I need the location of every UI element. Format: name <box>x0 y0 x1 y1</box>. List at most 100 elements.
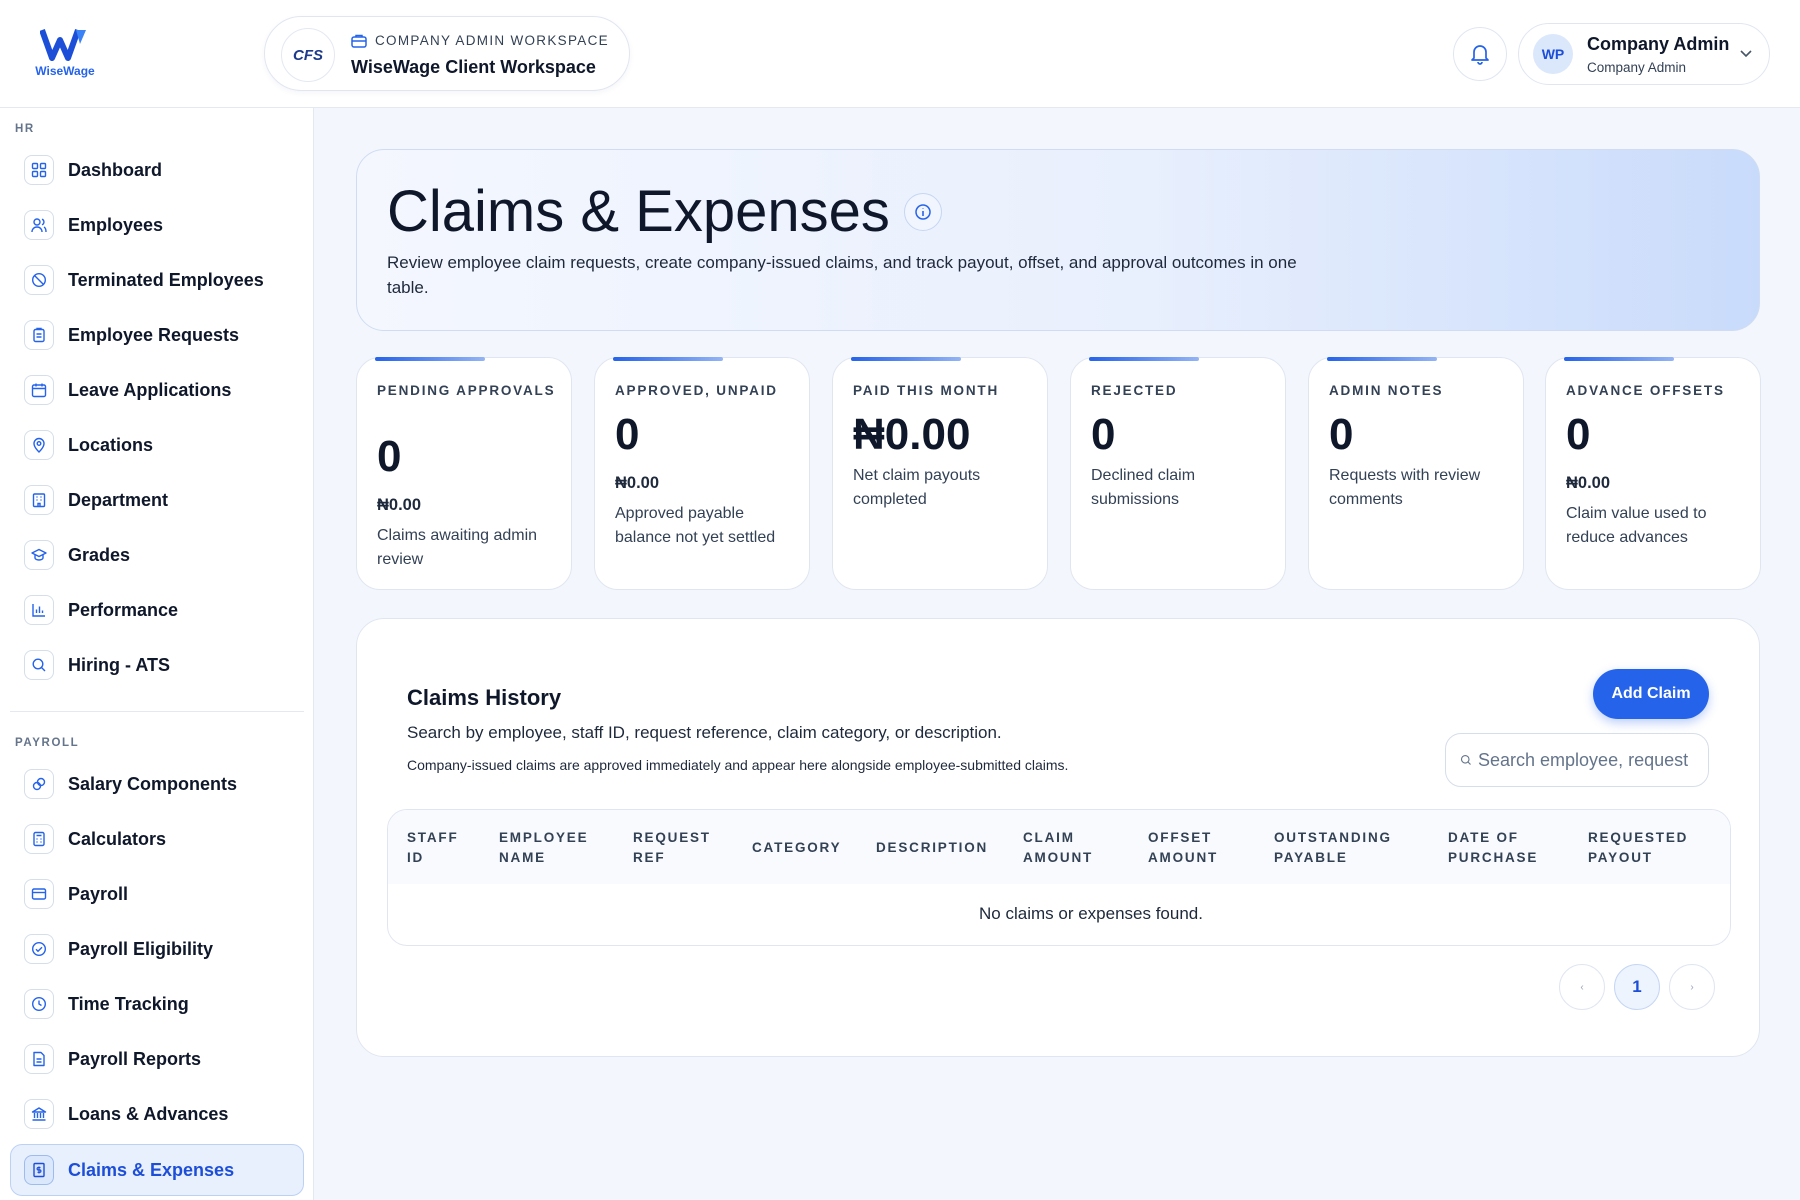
sidebar-item-payroll[interactable]: Payroll <box>24 874 128 914</box>
header-line: STAFF <box>407 830 459 845</box>
workspace-switcher[interactable]: CFS COMPANY ADMIN WORKSPACE WiseWage Cli… <box>264 16 630 91</box>
workspace-title: WiseWage Client Workspace <box>351 57 596 77</box>
sidebar-item-label: Employees <box>68 214 164 235</box>
column-header-request-ref[interactable]: REQUEST REF <box>633 828 711 868</box>
calendar-icon <box>24 375 54 405</box>
stat-value: ₦0.00 <box>853 410 971 459</box>
header-line: PAYABLE <box>1274 850 1348 865</box>
column-header-offset-amount[interactable]: OFFSET AMOUNT <box>1148 828 1218 868</box>
sidebar-item-loans-advances[interactable]: Loans & Advances <box>24 1094 228 1134</box>
header-line: REQUEST <box>633 830 711 845</box>
column-header-staff-id[interactable]: STAFF ID <box>407 828 459 868</box>
stat-value: 0 <box>377 432 402 481</box>
sidebar-item-calculators[interactable]: Calculators <box>24 819 166 859</box>
header-line: EMPLOYEE <box>499 830 589 845</box>
sidebar-item-performance[interactable]: Performance <box>24 590 178 630</box>
link-icon <box>24 769 54 799</box>
grid-icon <box>24 155 54 185</box>
logo-text: WiseWage <box>35 64 95 78</box>
sidebar-item-employees[interactable]: Employees <box>24 205 163 245</box>
sidebar-item-label: Payroll <box>68 883 129 904</box>
header-line: PURCHASE <box>1448 850 1539 865</box>
header-line: ID <box>407 850 425 865</box>
map-pin-icon <box>24 430 54 460</box>
user-name: Company Admin <box>1587 34 1730 54</box>
stat-description: Requests with review comments <box>1329 467 1481 508</box>
sidebar-item-salary-components[interactable]: Salary Components <box>24 764 237 804</box>
graduation-cap-icon <box>24 540 54 570</box>
claims-search[interactable] <box>1445 733 1709 787</box>
card-accent <box>1327 357 1437 361</box>
sidebar-section-payroll: PAYROLL <box>15 737 80 749</box>
sidebar-item-time-tracking[interactable]: Time Tracking <box>24 984 189 1024</box>
column-header-employee-name[interactable]: EMPLOYEE NAME <box>499 828 588 868</box>
avatar: WP <box>1533 34 1573 74</box>
logo-mark-icon <box>40 28 86 61</box>
stat-label: PAID THIS MONTH <box>853 383 999 398</box>
user-menu[interactable]: WP Company Admin Company Admin <box>1518 23 1770 85</box>
page-title-row: Claims & Expenses <box>387 178 942 245</box>
column-header-description[interactable]: DESCRIPTION <box>876 838 988 858</box>
column-header-outstanding-payable[interactable]: OUTSTANDING PAYABLE <box>1274 828 1392 868</box>
header-line: OFFSET <box>1148 830 1213 845</box>
stat-card-rejected: REJECTED 0 Declined claim submissions <box>1070 357 1286 590</box>
stat-value: 0 <box>1329 410 1354 459</box>
stat-label: APPROVED, UNPAID <box>615 383 778 398</box>
sidebar-item-label: Locations <box>68 434 154 455</box>
receipt-icon <box>24 1155 54 1185</box>
sidebar-item-dashboard[interactable]: Dashboard <box>24 150 162 190</box>
column-header-category[interactable]: CATEGORY <box>752 838 841 858</box>
wisewage-logo[interactable]: WiseWage <box>30 26 100 78</box>
user-role: Company Admin <box>1587 60 1687 75</box>
pagination-page-1[interactable]: 1 <box>1614 964 1660 1010</box>
sidebar-item-employee-requests[interactable]: Employee Requests <box>24 315 239 355</box>
pagination-prev-button[interactable]: ‹ <box>1559 964 1605 1010</box>
card-accent <box>1089 357 1199 361</box>
sidebar-item-claims-expenses[interactable]: Claims & Expenses <box>24 1150 234 1190</box>
sidebar-item-payroll-eligibility[interactable]: Payroll Eligibility <box>24 929 213 969</box>
clipboard-icon <box>24 320 54 350</box>
sidebar-item-label: Time Tracking <box>68 993 189 1014</box>
pagination-next-button[interactable]: › <box>1669 964 1715 1010</box>
add-claim-button[interactable]: Add Claim <box>1593 669 1709 719</box>
table-header: STAFF ID EMPLOYEE NAME REQUEST REF CATEGORY… <box>388 810 1730 884</box>
sidebar-item-label: Hiring - ATS <box>68 654 170 675</box>
sidebar-item-grades[interactable]: Grades <box>24 535 130 575</box>
header-line: CATEGORY <box>752 840 842 855</box>
column-header-requested-payout[interactable]: REQUESTED PAYOUT <box>1588 828 1688 868</box>
sidebar-item-locations[interactable]: Locations <box>24 425 153 465</box>
header-line: DATE OF <box>1448 830 1519 845</box>
briefcase-icon <box>351 34 367 48</box>
sidebar-item-terminated-employees[interactable]: Terminated Employees <box>24 260 264 300</box>
column-header-date-of-purchase[interactable]: DATE OF PURCHASE <box>1448 828 1538 868</box>
column-header-claim-amount[interactable]: CLAIM AMOUNT <box>1023 828 1093 868</box>
sidebar-item-label: Claims & Expenses <box>68 1159 235 1180</box>
notifications-button[interactable] <box>1453 27 1507 81</box>
info-icon[interactable] <box>903 192 942 231</box>
sidebar-item-label: Employee Requests <box>68 324 240 345</box>
sidebar-item-label: Grades <box>68 544 131 565</box>
sidebar-item-hiring-ats[interactable]: Hiring - ATS <box>24 645 170 685</box>
header-line: REQUESTED <box>1588 830 1689 845</box>
claims-history-title: Claims History <box>407 685 562 710</box>
search-input[interactable] <box>1478 749 1708 771</box>
stat-description: Approved payable balance not yet settled <box>615 505 776 546</box>
calculator-icon <box>24 824 54 854</box>
page-description: Review employee claim requests, create c… <box>387 253 1297 297</box>
page-title: Claims & Expenses <box>387 179 890 244</box>
building-icon <box>24 485 54 515</box>
stat-amount: ₦0.00 <box>615 474 660 492</box>
stat-card-advance-offsets: ADVANCE OFFSETS 0 ₦0.00 Claim value used… <box>1545 357 1761 590</box>
sidebar-item-leave-applications[interactable]: Leave Applications <box>24 370 231 410</box>
file-text-icon <box>24 1044 54 1074</box>
stat-value: 0 <box>615 410 640 459</box>
stat-card-paid-this-month: PAID THIS MONTH ₦0.00 Net claim payouts … <box>832 357 1048 590</box>
sidebar-divider <box>10 711 304 712</box>
header-line: PAYOUT <box>1588 850 1653 865</box>
sidebar: HR Dashboard Employees Terminated Employ… <box>0 108 314 1200</box>
bar-chart-icon <box>24 595 54 625</box>
sidebar-item-payroll-reports[interactable]: Payroll Reports <box>24 1039 201 1079</box>
sidebar-item-department[interactable]: Department <box>24 480 168 520</box>
check-circle-icon <box>24 934 54 964</box>
credit-card-icon <box>24 879 54 909</box>
